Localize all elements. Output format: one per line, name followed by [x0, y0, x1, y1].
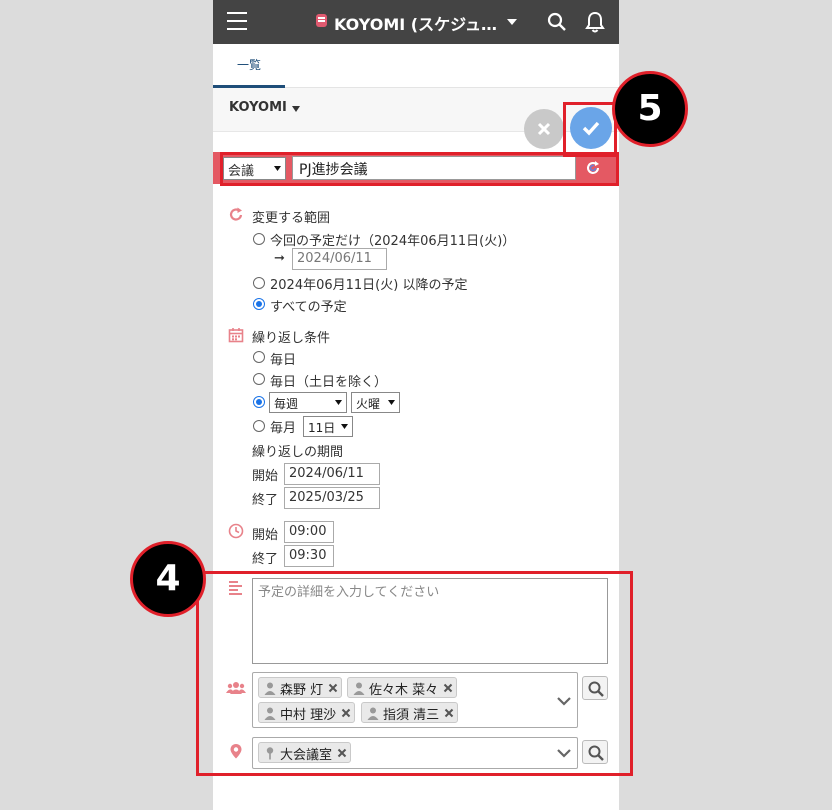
option-after-label[interactable]: 2024年06月11日(火) 以降の予定 — [270, 274, 467, 293]
weekdays-label[interactable]: 毎日（土日を除く） — [270, 371, 387, 390]
chevron-down-icon — [388, 400, 395, 405]
arrow-icon: ➞ — [274, 251, 285, 266]
repeat-label: 繰り返し条件 — [252, 331, 331, 346]
time-end-input[interactable]: 09:30 — [284, 545, 334, 567]
repeat-end-date[interactable]: 2025/03/25 — [284, 487, 380, 509]
koyomi-app-icon — [316, 14, 327, 27]
weekly-select[interactable]: 毎週 — [269, 392, 347, 413]
weekday-select[interactable]: 火曜 — [351, 392, 400, 413]
highlight-box-detail-area — [196, 571, 633, 776]
repeat-start-date[interactable]: 2024/06/11 — [284, 463, 380, 485]
option-all-label[interactable]: すべての予定 — [270, 296, 347, 315]
search-icon[interactable] — [547, 12, 567, 32]
this-date-field[interactable]: 2024/06/11 — [292, 248, 387, 270]
repeat-range-icon — [229, 207, 243, 221]
monthly-label[interactable]: 毎月 — [270, 417, 296, 436]
callout-five: 5 — [612, 71, 688, 147]
chevron-down-icon — [335, 400, 342, 405]
menu-icon[interactable] — [227, 12, 247, 32]
callout-four: 4 — [130, 541, 206, 617]
weekday-select-value: 火曜 — [356, 397, 381, 411]
highlight-box-title-row — [220, 152, 619, 186]
top-app-bar: KOYOMI (スケジュ… — [213, 0, 619, 44]
close-icon — [537, 122, 551, 136]
calendar-icon — [228, 328, 244, 343]
radio-weekdays[interactable] — [253, 373, 265, 385]
radio-daily[interactable] — [253, 351, 265, 363]
repeat-end-label: 終了 — [252, 493, 279, 508]
radio-this-only[interactable] — [253, 233, 265, 245]
view-tabs: 一覧 — [213, 44, 619, 88]
daily-label[interactable]: 毎日 — [270, 349, 296, 368]
radio-monthly[interactable] — [253, 420, 265, 432]
weekly-select-value: 毎週 — [274, 397, 299, 411]
radio-all[interactable] — [253, 298, 265, 310]
app-switch-chevron-down-icon[interactable] — [507, 19, 517, 25]
radio-after[interactable] — [253, 277, 265, 289]
option-this-only-label[interactable]: 今回の予定だけ（2024年06月11日(火)） — [270, 230, 515, 249]
calendar-selector[interactable]: KOYOMI — [229, 100, 287, 115]
notification-bell-icon[interactable] — [585, 11, 605, 33]
change-range-label: 変更する範囲 — [252, 211, 331, 226]
tab-list[interactable]: 一覧 — [213, 44, 285, 88]
calendar-chevron-down-icon[interactable] — [292, 106, 300, 112]
chevron-down-icon — [341, 424, 348, 429]
monthly-day-select[interactable]: 11日 — [303, 416, 353, 437]
repeat-start-label: 開始 — [252, 469, 279, 484]
radio-weekly[interactable] — [253, 396, 265, 408]
repeat-period-label: 繰り返しの期間 — [252, 445, 344, 460]
time-end-label: 終了 — [252, 552, 279, 567]
monthly-day-value: 11日 — [308, 421, 336, 435]
time-start-label: 開始 — [252, 528, 279, 543]
clock-icon — [228, 523, 244, 539]
highlight-box-save — [563, 102, 617, 157]
time-start-input[interactable]: 09:00 — [284, 521, 334, 543]
app-title[interactable]: KOYOMI (スケジュ… — [334, 11, 497, 35]
cancel-button[interactable] — [524, 109, 564, 149]
